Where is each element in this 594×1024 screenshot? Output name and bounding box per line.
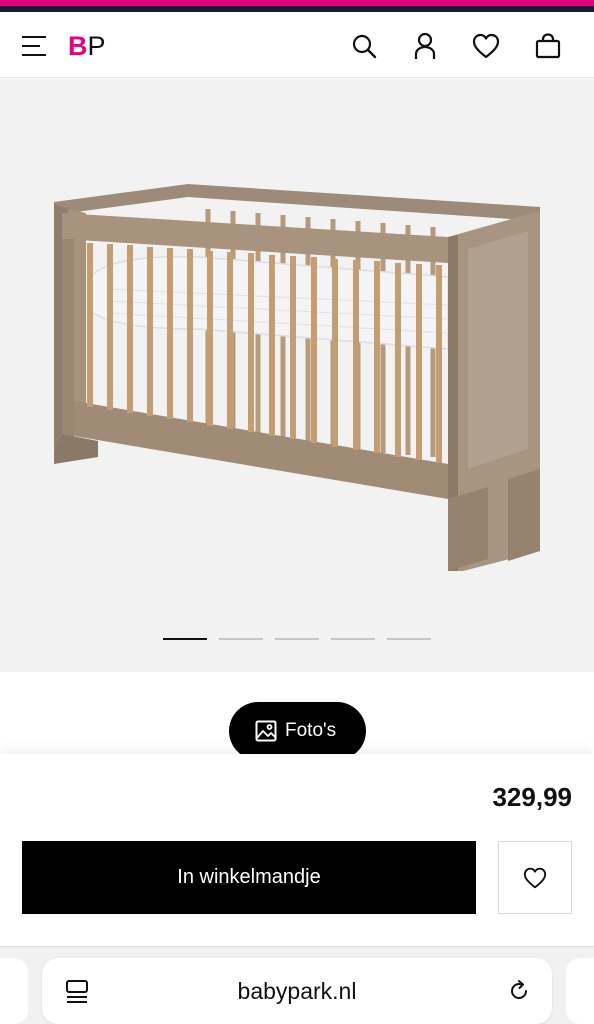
menu-button[interactable] xyxy=(14,26,54,66)
product-price: 329,99 xyxy=(492,782,572,812)
gallery-dot[interactable] xyxy=(387,638,431,640)
heart-icon xyxy=(523,867,547,888)
browser-toolbar: babypark.nl xyxy=(0,946,594,1024)
wishlist-button[interactable] xyxy=(466,26,506,66)
menu-icon xyxy=(22,36,46,56)
gallery-dot[interactable] xyxy=(219,638,263,640)
crib-product-image xyxy=(54,184,540,571)
brand-accent-dark xyxy=(0,6,594,12)
product-image-gallery[interactable] xyxy=(0,79,594,672)
account-icon xyxy=(414,32,436,59)
babypark-logo[interactable]: BP xyxy=(68,30,106,61)
gallery-dot[interactable] xyxy=(163,638,207,640)
image-icon xyxy=(255,720,277,742)
next-tab-peek[interactable] xyxy=(566,958,594,1024)
reload-button[interactable] xyxy=(504,976,534,1006)
bag-icon xyxy=(535,33,561,59)
logo-letter-p: P xyxy=(87,30,106,61)
address-bar[interactable]: babypark.nl xyxy=(42,958,552,1024)
gallery-pagination xyxy=(163,638,431,640)
cart-button[interactable] xyxy=(528,26,568,66)
search-button[interactable] xyxy=(344,26,384,66)
heart-icon xyxy=(472,33,500,59)
site-header: BP xyxy=(0,14,594,78)
gallery-dot[interactable] xyxy=(275,638,319,640)
account-button[interactable] xyxy=(405,26,445,66)
previous-tab-peek[interactable] xyxy=(0,958,28,1024)
url-text: babypark.nl xyxy=(237,978,357,1004)
add-to-cart-button[interactable]: In winkelmandje xyxy=(22,841,476,914)
brand-accent-bar xyxy=(0,0,594,14)
gallery-dot[interactable] xyxy=(331,638,375,640)
reload-icon xyxy=(511,980,527,999)
photos-button-label: Foto's xyxy=(285,720,337,741)
purchase-panel: 329,99 In winkelmandje xyxy=(0,754,594,946)
photos-button-area: Foto's xyxy=(0,672,594,760)
add-to-wishlist-button[interactable] xyxy=(498,841,572,914)
photos-button[interactable]: Foto's xyxy=(229,702,366,760)
search-icon xyxy=(352,34,377,59)
add-to-cart-label: In winkelmandje xyxy=(177,866,321,888)
logo-letter-b: B xyxy=(68,30,87,61)
